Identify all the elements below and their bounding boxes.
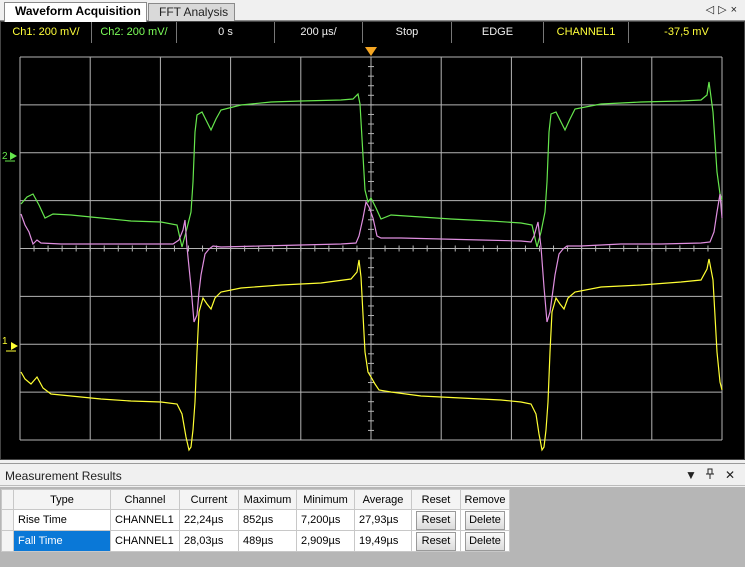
column-header[interactable]: Channel xyxy=(110,489,180,510)
cell-type[interactable]: Fall Time xyxy=(13,530,111,552)
tab-close-icon[interactable]: × xyxy=(731,4,741,16)
delete-button[interactable]: Delete xyxy=(465,531,505,551)
ch2-marker[interactable]: 2 xyxy=(2,151,17,162)
column-header[interactable]: Type xyxy=(13,489,111,510)
tab-bar: Waveform Acquisition FFT Analysis ◁▷× xyxy=(0,0,745,22)
cell-maximum: 489µs xyxy=(238,530,297,552)
column-header[interactable]: Average xyxy=(354,489,412,510)
delete-button[interactable]: Delete xyxy=(465,510,505,530)
ch1-marker[interactable]: 1 xyxy=(2,336,18,352)
table-row[interactable]: Fall Time CHANNEL1 28,03µs 489µs 2,909µs… xyxy=(1,530,510,552)
dropdown-icon[interactable]: ▼ xyxy=(685,468,697,482)
cell-minimum: 2,909µs xyxy=(296,530,355,552)
reset-cell: Reset xyxy=(411,509,461,531)
column-header[interactable]: Current xyxy=(179,489,239,510)
trigger-position-marker[interactable] xyxy=(365,47,377,56)
close-icon[interactable]: ✕ xyxy=(725,468,735,482)
table-header-row: Type Channel Current Maximum Minimum Ave… xyxy=(1,489,510,510)
column-header[interactable]: Reset xyxy=(411,489,461,510)
row-header[interactable] xyxy=(1,530,14,552)
remove-cell: Delete xyxy=(460,530,510,552)
oscilloscope-display[interactable]: Ch1: 200 mV/ Ch2: 200 mV/ 0 s 200 µs/ St… xyxy=(0,21,745,460)
pin-icon[interactable] xyxy=(705,468,715,483)
cell-current: 22,24µs xyxy=(179,509,239,531)
measurement-table-area: Type Channel Current Maximum Minimum Ave… xyxy=(0,487,745,567)
cell-current: 28,03µs xyxy=(179,530,239,552)
table-row[interactable]: Rise Time CHANNEL1 22,24µs 852µs 7,200µs… xyxy=(1,509,510,531)
reset-cell: Reset xyxy=(411,530,461,552)
row-header[interactable] xyxy=(1,509,14,531)
measurement-panel: Measurement Results ▼ ✕ Type Channel Cur… xyxy=(0,463,745,567)
cell-channel[interactable]: CHANNEL1 xyxy=(110,530,180,552)
measurement-table: Type Channel Current Maximum Minimum Ave… xyxy=(1,489,510,552)
svg-text:2: 2 xyxy=(2,151,8,162)
cell-average: 19,49µs xyxy=(354,530,412,552)
reset-button[interactable]: Reset xyxy=(416,531,456,551)
column-header[interactable]: Minimum xyxy=(296,489,355,510)
tab-prev-icon[interactable]: ◁ xyxy=(706,4,718,16)
svg-text:1: 1 xyxy=(2,336,8,347)
tab-navigation: ◁▷× xyxy=(706,3,741,16)
remove-cell: Delete xyxy=(460,509,510,531)
reset-button[interactable]: Reset xyxy=(416,510,456,530)
tab-waveform-acquisition[interactable]: Waveform Acquisition xyxy=(4,2,147,22)
panel-title: Measurement Results xyxy=(5,469,122,483)
cell-maximum: 852µs xyxy=(238,509,297,531)
cell-channel[interactable]: CHANNEL1 xyxy=(110,509,180,531)
cell-minimum: 7,200µs xyxy=(296,509,355,531)
panel-header: Measurement Results ▼ ✕ xyxy=(0,464,745,486)
tab-next-icon[interactable]: ▷ xyxy=(718,4,730,16)
row-header-corner xyxy=(1,489,14,510)
cell-type[interactable]: Rise Time xyxy=(13,509,111,531)
cell-average: 27,93µs xyxy=(354,509,412,531)
tab-fft-analysis[interactable]: FFT Analysis xyxy=(148,3,235,21)
column-header[interactable]: Remove xyxy=(460,489,510,510)
waveform-plot[interactable]: 2 1 xyxy=(1,22,744,459)
plot-grid xyxy=(19,56,723,441)
column-header[interactable]: Maximum xyxy=(238,489,297,510)
